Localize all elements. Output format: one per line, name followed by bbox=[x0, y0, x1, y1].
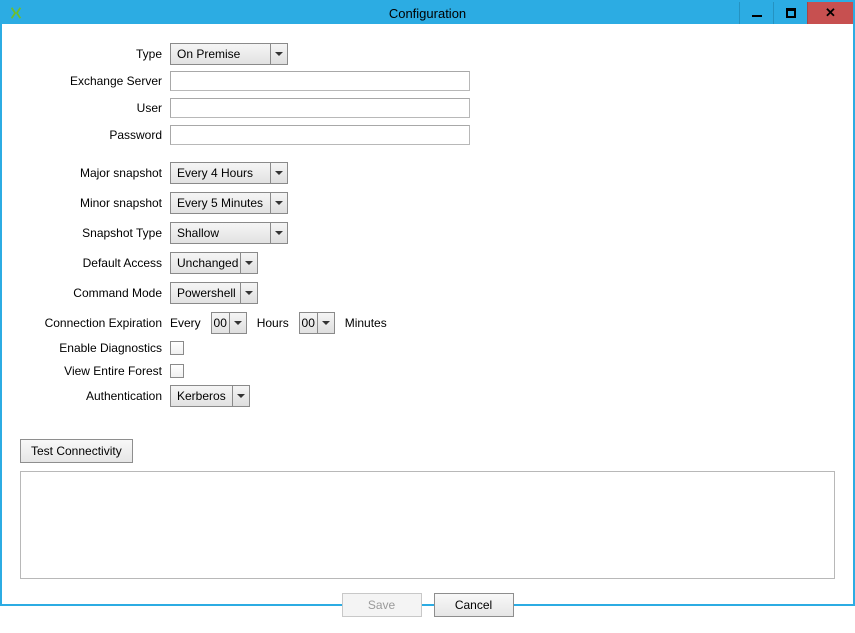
chevron-down-icon bbox=[271, 193, 287, 213]
chevron-down-icon bbox=[241, 253, 257, 273]
expiration-hours-select[interactable]: 00 bbox=[211, 312, 247, 334]
window-title: Configuration bbox=[2, 6, 853, 21]
hours-label: Hours bbox=[257, 316, 289, 330]
user-label: User bbox=[20, 101, 170, 115]
snapshot-type-select[interactable]: Shallow bbox=[170, 222, 288, 244]
snapshot-type-label: Snapshot Type bbox=[20, 226, 170, 240]
form-area: Type On Premise Exchange Server User Pas… bbox=[20, 42, 835, 411]
minor-snapshot-label: Minor snapshot bbox=[20, 196, 170, 210]
test-connectivity-button[interactable]: Test Connectivity bbox=[20, 439, 133, 463]
password-label: Password bbox=[20, 128, 170, 142]
default-access-select[interactable]: Unchanged bbox=[170, 252, 258, 274]
enable-diagnostics-label: Enable Diagnostics bbox=[20, 341, 170, 355]
window-controls: ✕ bbox=[739, 2, 853, 24]
authentication-label: Authentication bbox=[20, 389, 170, 403]
exchange-server-input[interactable] bbox=[170, 71, 470, 91]
content-area: Type On Premise Exchange Server User Pas… bbox=[2, 24, 853, 633]
view-entire-forest-checkbox[interactable] bbox=[170, 364, 184, 378]
minimize-button[interactable] bbox=[739, 2, 773, 24]
type-label: Type bbox=[20, 47, 170, 61]
save-button[interactable]: Save bbox=[342, 593, 422, 617]
close-button[interactable]: ✕ bbox=[807, 2, 853, 24]
minor-snapshot-select[interactable]: Every 5 Minutes bbox=[170, 192, 288, 214]
type-select[interactable]: On Premise bbox=[170, 43, 288, 65]
minutes-label: Minutes bbox=[345, 316, 387, 330]
major-snapshot-select[interactable]: Every 4 Hours bbox=[170, 162, 288, 184]
password-input[interactable] bbox=[170, 125, 470, 145]
user-input[interactable] bbox=[170, 98, 470, 118]
chevron-down-icon bbox=[241, 283, 257, 303]
chevron-down-icon bbox=[271, 223, 287, 243]
authentication-select[interactable]: Kerberos bbox=[170, 385, 250, 407]
chevron-down-icon bbox=[230, 313, 246, 333]
command-mode-select[interactable]: Powershell bbox=[170, 282, 258, 304]
major-snapshot-label: Major snapshot bbox=[20, 166, 170, 180]
cancel-button[interactable]: Cancel bbox=[434, 593, 514, 617]
connection-expiration-label: Connection Expiration bbox=[20, 316, 170, 330]
chevron-down-icon bbox=[271, 163, 287, 183]
every-label: Every bbox=[170, 316, 201, 330]
footer-buttons: Save Cancel bbox=[20, 593, 835, 617]
log-output-area[interactable] bbox=[20, 471, 835, 579]
default-access-label: Default Access bbox=[20, 256, 170, 270]
view-entire-forest-label: View Entire Forest bbox=[20, 364, 170, 378]
title-bar: Configuration ✕ bbox=[2, 2, 853, 24]
chevron-down-icon bbox=[233, 386, 249, 406]
expiration-minutes-select[interactable]: 00 bbox=[299, 312, 335, 334]
enable-diagnostics-checkbox[interactable] bbox=[170, 341, 184, 355]
command-mode-label: Command Mode bbox=[20, 286, 170, 300]
exchange-server-label: Exchange Server bbox=[20, 74, 170, 88]
chevron-down-icon bbox=[271, 44, 287, 64]
maximize-button[interactable] bbox=[773, 2, 807, 24]
app-icon bbox=[8, 5, 24, 21]
chevron-down-icon bbox=[318, 313, 334, 333]
configuration-window: Configuration ✕ Type On Premise Exchange… bbox=[0, 0, 855, 606]
